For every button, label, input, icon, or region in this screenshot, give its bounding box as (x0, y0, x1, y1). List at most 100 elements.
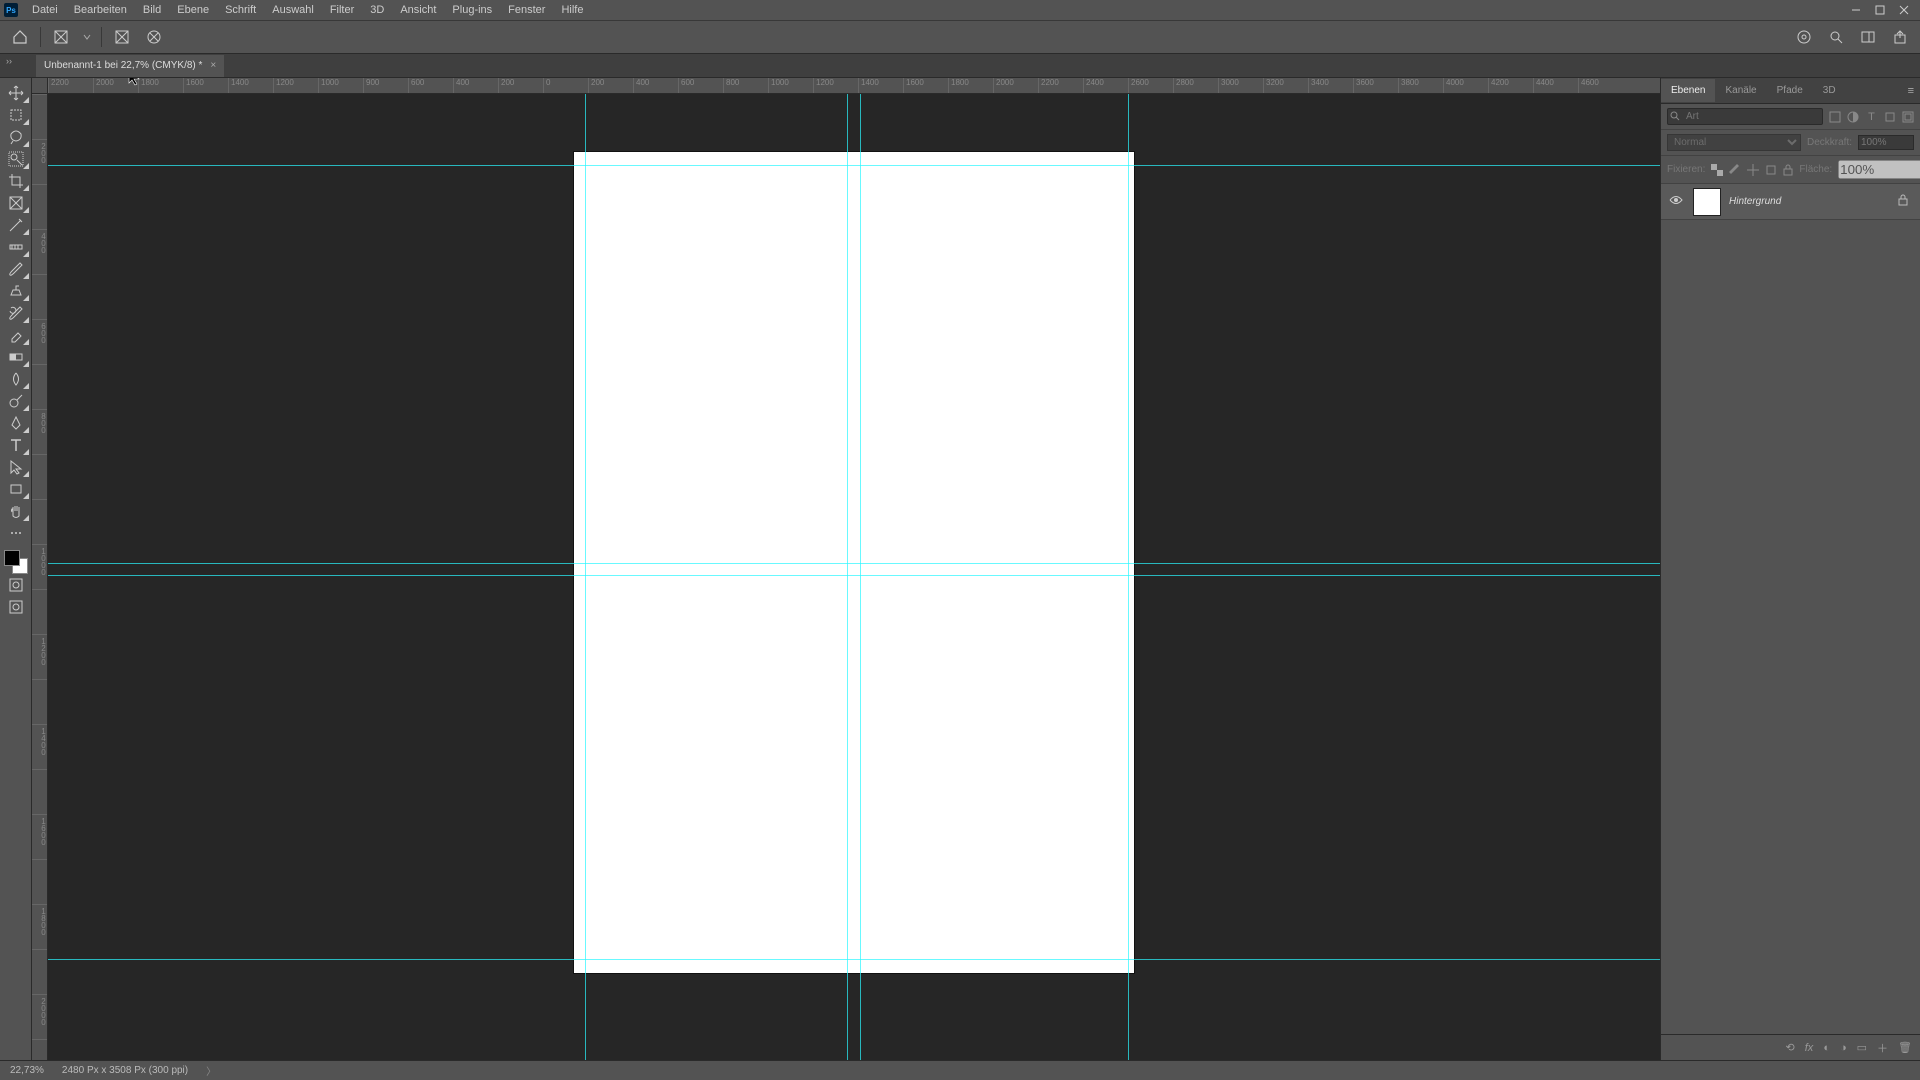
blur-tool[interactable] (2, 368, 30, 390)
filter-smart-icon[interactable] (1902, 109, 1914, 125)
horizontal-ruler[interactable]: 2200200018001600140012001000900600400200… (48, 78, 1660, 94)
filter-text-icon[interactable]: T (1865, 109, 1877, 125)
cancel-option-icon[interactable] (142, 25, 166, 49)
fill-field[interactable] (1838, 160, 1920, 179)
vertical-ruler[interactable]: 2004006008001000120014001600180020002200 (32, 94, 48, 1060)
lasso-tool[interactable] (2, 126, 30, 148)
menu-auswahl[interactable]: Auswahl (264, 1, 322, 19)
screen-mode-icon[interactable] (2, 596, 30, 618)
lock-all-icon[interactable] (1783, 162, 1793, 178)
new-layer-icon[interactable]: ＋ (1877, 1040, 1888, 1056)
frame-option-icon[interactable] (49, 25, 73, 49)
pen-tool[interactable] (2, 412, 30, 434)
frame-option-dropdown-icon[interactable] (81, 25, 93, 49)
brush-tool[interactable] (2, 258, 30, 280)
link-layers-icon[interactable]: ⟲ (1786, 1041, 1795, 1054)
home-button[interactable] (8, 25, 32, 49)
edit-toolbar-icon[interactable] (2, 522, 30, 544)
spot-heal-tool[interactable] (2, 236, 30, 258)
lock-nested-icon[interactable] (1765, 162, 1777, 178)
reveal-panels-icon[interactable]: ›› (6, 56, 12, 66)
path-select-tool[interactable] (2, 456, 30, 478)
opacity-field[interactable] (1858, 135, 1914, 150)
layer-filter-input[interactable] (1667, 108, 1823, 125)
tab-channels[interactable]: Kanäle (1715, 79, 1766, 102)
hand-tool[interactable] (2, 500, 30, 522)
vertical-guide[interactable] (847, 94, 848, 1060)
menu-bild[interactable]: Bild (135, 1, 169, 19)
lock-pixels-icon[interactable] (1729, 162, 1741, 178)
text-tool[interactable] (2, 434, 30, 456)
group-layers-icon[interactable]: ▭ (1857, 1041, 1867, 1054)
workspace-switch-icon[interactable] (1856, 25, 1880, 49)
layer-name[interactable]: Hintergrund (1729, 196, 1890, 207)
menu-plug-ins[interactable]: Plug-ins (444, 1, 500, 19)
layer-thumbnail[interactable] (1693, 188, 1721, 216)
menu-filter[interactable]: Filter (322, 1, 362, 19)
artboard-tool[interactable] (2, 104, 30, 126)
history-brush-tool[interactable] (2, 302, 30, 324)
window-minimize-button[interactable] (1848, 3, 1864, 17)
panel-menu-icon[interactable]: ≡ (1902, 85, 1920, 97)
window-maximize-button[interactable] (1872, 3, 1888, 17)
filter-pixel-icon[interactable] (1829, 109, 1841, 125)
blend-mode-select[interactable]: Normal (1667, 134, 1801, 151)
eyedropper-tool[interactable] (2, 214, 30, 236)
move-tool[interactable] (2, 82, 30, 104)
visibility-toggle-icon[interactable] (1667, 195, 1685, 208)
search-icon[interactable] (1824, 25, 1848, 49)
lock-transparent-icon[interactable] (1711, 162, 1723, 178)
delete-layer-icon[interactable]: 🗑 (1898, 1041, 1912, 1054)
horizontal-guide[interactable] (48, 959, 1660, 960)
layer-row[interactable]: Hintergrund (1661, 184, 1920, 220)
horizontal-guide[interactable] (48, 575, 1660, 576)
doc-dimensions[interactable]: 2480 Px x 3508 Px (300 ppi) (62, 1065, 188, 1076)
tab-paths[interactable]: Pfade (1767, 79, 1813, 102)
layer-mask-icon[interactable]: ◐ (1823, 1042, 1830, 1054)
vertical-guide[interactable] (1128, 94, 1129, 1060)
layer-fx-icon[interactable]: fx (1805, 1042, 1814, 1054)
ruler-origin[interactable] (32, 78, 48, 94)
status-flyout-icon[interactable]: 〉 (206, 1063, 216, 1078)
menu-fenster[interactable]: Fenster (500, 1, 553, 19)
window-close-button[interactable] (1896, 3, 1912, 17)
menu-datei[interactable]: Datei (24, 1, 66, 19)
close-tab-icon[interactable]: × (210, 60, 216, 71)
menu-bearbeiten[interactable]: Bearbeiten (66, 1, 135, 19)
tab-3d[interactable]: 3D (1813, 79, 1846, 102)
filter-adjust-icon[interactable] (1847, 109, 1859, 125)
share-icon[interactable] (1888, 25, 1912, 49)
menu-ansicht[interactable]: Ansicht (392, 1, 444, 19)
document-tab[interactable]: Unbenannt-1 bei 22,7% (CMYK/8) * × (36, 55, 224, 77)
menu-ebene[interactable]: Ebene (169, 1, 217, 19)
lock-position-icon[interactable] (1747, 162, 1759, 178)
menu-3d[interactable]: 3D (362, 1, 392, 19)
foreground-background-colors[interactable] (4, 550, 28, 574)
horizontal-guide[interactable] (48, 165, 1660, 166)
ruler-tick: 1800 (948, 78, 993, 93)
eraser-tool[interactable] (2, 324, 30, 346)
vertical-guide[interactable] (585, 94, 586, 1060)
options-bar (0, 20, 1920, 54)
quick-select-tool[interactable] (2, 148, 30, 170)
ruler-tick (32, 1039, 47, 1060)
lock-icon[interactable] (1898, 194, 1914, 209)
menu-hilfe[interactable]: Hilfe (553, 1, 591, 19)
menu-schrift[interactable]: Schrift (217, 1, 264, 19)
filter-shape-icon[interactable] (1884, 109, 1896, 125)
tab-layers[interactable]: Ebenen (1661, 79, 1715, 102)
canvas-area[interactable]: 2200200018001600140012001000900600400200… (32, 78, 1660, 1060)
frame-tool[interactable] (2, 192, 30, 214)
horizontal-guide[interactable] (48, 563, 1660, 564)
crop-tool[interactable] (2, 170, 30, 192)
gradient-tool[interactable] (2, 346, 30, 368)
dodge-tool[interactable] (2, 390, 30, 412)
clone-stamp-tool[interactable] (2, 280, 30, 302)
quick-mask-icon[interactable] (2, 574, 30, 596)
cloud-docs-icon[interactable] (1792, 25, 1816, 49)
adjustment-layer-icon[interactable]: ◑ (1840, 1042, 1847, 1054)
vertical-guide[interactable] (860, 94, 861, 1060)
zoom-level[interactable]: 22,73% (10, 1065, 44, 1076)
frame-alt-option-icon[interactable] (110, 25, 134, 49)
rectangle-tool[interactable] (2, 478, 30, 500)
